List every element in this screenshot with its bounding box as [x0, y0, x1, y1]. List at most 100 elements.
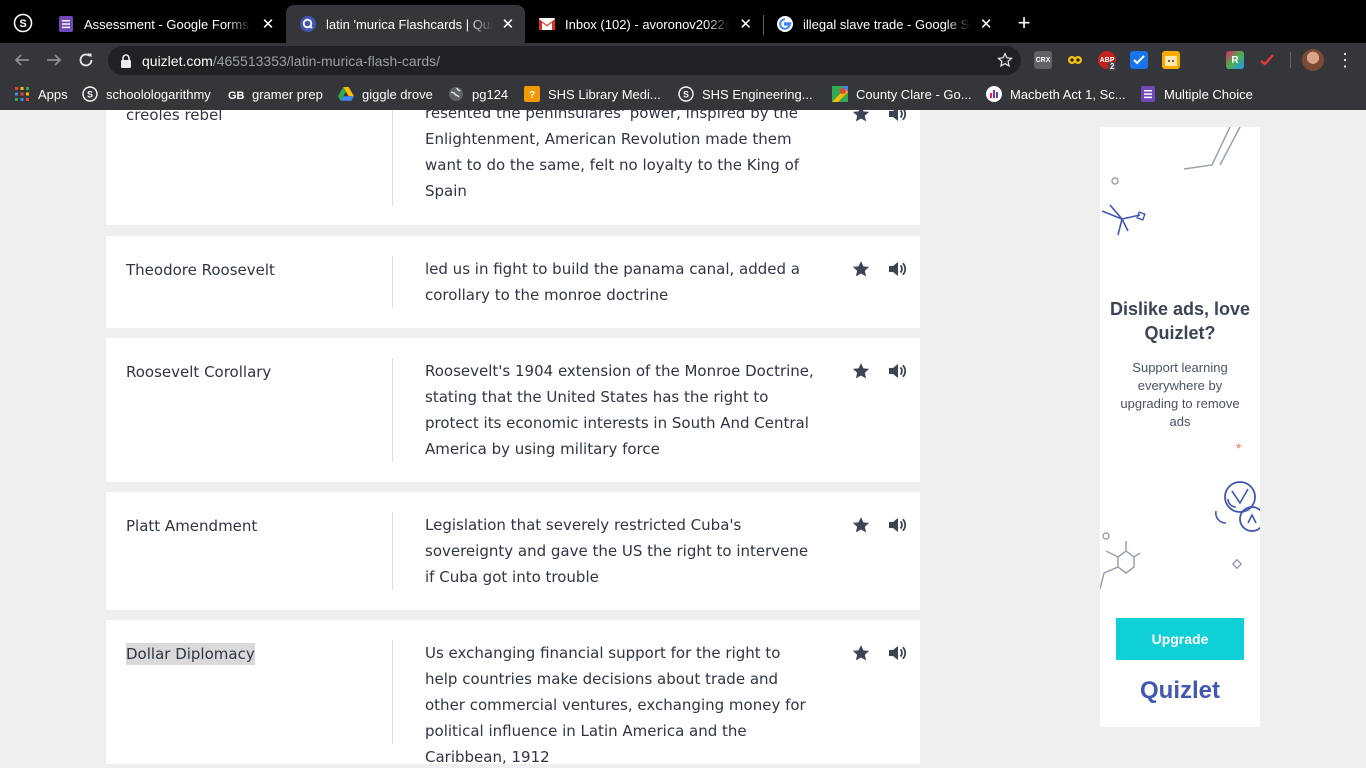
google-forms-icon	[58, 16, 74, 32]
owl-extension-icon[interactable]	[1066, 51, 1084, 69]
card-term: Platt Amendment	[126, 517, 258, 535]
upgrade-button[interactable]: Upgrade	[1116, 618, 1244, 660]
url-text[interactable]: quizlet.com/465513353/latin-murica-flash…	[142, 53, 440, 69]
tab-google-search[interactable]: illegal slave trade - Google Search ✕	[763, 5, 1003, 43]
reload-icon	[79, 53, 93, 67]
tab-title: illegal slave trade - Google Search	[803, 16, 971, 32]
bookmark-county-clare[interactable]: County Clare - Go...	[832, 84, 972, 104]
svg-text:S: S	[87, 90, 93, 100]
bookmark-label: giggle drove	[362, 86, 433, 102]
card-definition: Roosevelt's 1904 extension of the Monroe…	[425, 362, 814, 458]
gmail-icon	[539, 16, 555, 32]
card-divider	[392, 110, 393, 206]
schoology-icon: S	[82, 86, 98, 102]
speaker-audio-icon[interactable]	[887, 110, 907, 124]
user-avatar[interactable]	[1302, 49, 1324, 71]
bookmark-star-icon[interactable]	[997, 52, 1013, 68]
forward-arrow-icon	[47, 54, 62, 66]
bookmark-shs-library[interactable]: ? SHS Library Medi...	[524, 84, 661, 104]
bookmark-label: schoolologarithmy	[106, 86, 211, 102]
bookmark-label: SHS Engineering...	[702, 86, 813, 102]
browser-toolbar: quizlet.com/465513353/latin-murica-flash…	[0, 43, 1366, 77]
google-maps-icon	[832, 86, 848, 102]
bookmark-schoolologarithmy[interactable]: S schoolologarithmy	[82, 84, 211, 104]
reload-button[interactable]	[74, 48, 98, 72]
speaker-audio-icon[interactable]	[887, 515, 907, 535]
bookmark-label: County Clare - Go...	[856, 86, 972, 102]
adblock-extension-icon[interactable]: ABP 2	[1098, 51, 1117, 71]
svg-text:?: ?	[529, 90, 535, 101]
url-host: quizlet.com	[142, 52, 213, 69]
star-term-icon[interactable]	[851, 259, 871, 279]
lock-icon	[120, 53, 134, 69]
tab-title: latin 'murica Flashcards | Quizlet	[326, 16, 493, 32]
url-path: /465513353/latin-murica-flash-cards/	[212, 52, 441, 69]
bookmark-shs-engineering[interactable]: S SHS Engineering...	[678, 84, 813, 104]
back-button[interactable]	[10, 48, 34, 72]
globe-icon	[448, 86, 464, 102]
box-extension-icon[interactable]	[1162, 51, 1180, 69]
schoology-icon: S	[678, 86, 694, 102]
bookmarks-bar: Apps S schoolologarithmy GBI gramer prep…	[0, 77, 1366, 110]
card-definition: Us exchanging financial support for the …	[425, 644, 806, 766]
bookmark-multiple-choice[interactable]: Multiple Choice	[1140, 84, 1253, 104]
bookmark-label: gramer prep	[252, 86, 323, 102]
browser-menu-icon[interactable]: ⋮	[1336, 51, 1354, 69]
card-definition: Legislation that severely restricted Cub…	[425, 516, 809, 586]
star-term-icon[interactable]	[851, 515, 871, 535]
tab-gmail[interactable]: Inbox (102) - avoronov2022@s ✕	[525, 5, 763, 43]
speaker-audio-icon[interactable]	[887, 643, 907, 663]
tab-strip: S Assessment - Google Forms ✕ latin 'mur…	[0, 0, 1366, 43]
library-icon: ?	[524, 86, 540, 102]
card-term: creoles rebel	[126, 110, 223, 124]
crx-label: CRX	[1035, 56, 1051, 64]
crx-extension-icon[interactable]: CRX	[1034, 51, 1052, 69]
speaker-audio-icon[interactable]	[887, 259, 907, 279]
bookmark-pg124[interactable]: pg124	[448, 84, 508, 104]
bookmark-label: SHS Library Medi...	[548, 86, 661, 102]
new-tab-button[interactable]: +	[1012, 11, 1036, 35]
color-extension-icon[interactable]: R	[1226, 51, 1244, 69]
speaker-audio-icon[interactable]	[887, 361, 907, 381]
forward-button[interactable]	[42, 48, 66, 72]
card-divider	[392, 640, 393, 744]
page-content: creoles rebel resented the peninsulares'…	[0, 110, 1366, 768]
card-definition: resented the peninsulares' power, inspir…	[425, 110, 800, 200]
bookmark-macbeth[interactable]: Macbeth Act 1, Sc...	[986, 84, 1126, 104]
star-term-icon[interactable]	[851, 110, 871, 124]
ad-headline: Dislike ads, love Quizlet?	[1109, 299, 1251, 343]
bookmark-label: Apps	[38, 86, 68, 102]
google-icon	[777, 16, 793, 32]
star-term-icon[interactable]	[851, 361, 871, 381]
tab-title: Assessment - Google Forms	[84, 16, 249, 32]
close-tab-icon[interactable]: ✕	[738, 15, 753, 33]
checkmark-red-extension-icon[interactable]	[1258, 51, 1276, 69]
flashcard-row: Roosevelt Corollary Roosevelt's 1904 ext…	[106, 338, 920, 482]
hidden-extension-icon[interactable]	[1194, 51, 1212, 69]
close-tab-icon[interactable]: ✕	[501, 15, 515, 33]
svg-text:S: S	[19, 18, 26, 30]
tab-google-forms[interactable]: Assessment - Google Forms ✕	[44, 5, 286, 43]
close-tab-icon[interactable]: ✕	[979, 15, 993, 33]
adblock-badge: 2	[1108, 62, 1117, 71]
tab-quizlet[interactable]: latin 'murica Flashcards | Quizlet ✕	[286, 5, 525, 43]
svg-text:S: S	[683, 90, 689, 100]
schoology-profile-icon[interactable]: S	[13, 13, 33, 33]
gbi-icon: GBI	[228, 86, 244, 102]
address-bar[interactable]: quizlet.com/465513353/latin-murica-flash…	[108, 46, 1021, 75]
toolbar-separator	[1290, 52, 1291, 68]
card-term: Theodore Roosevelt	[126, 261, 275, 279]
bookmark-gramer-prep[interactable]: GBI gramer prep	[228, 84, 323, 104]
check-extension-icon[interactable]	[1130, 51, 1148, 69]
star-term-icon[interactable]	[851, 643, 871, 663]
svg-text:*: *	[1236, 440, 1242, 456]
bookmark-giggle-drove[interactable]: giggle drove	[338, 84, 433, 104]
tab-title: Inbox (102) - avoronov2022@s	[565, 16, 731, 32]
bookmark-label: pg124	[472, 86, 509, 102]
card-divider	[392, 256, 393, 308]
back-arrow-icon	[14, 54, 29, 66]
google-drive-icon	[338, 86, 354, 102]
close-tab-icon[interactable]: ✕	[260, 15, 276, 33]
card-divider	[392, 512, 393, 590]
bookmark-apps[interactable]: Apps	[14, 84, 68, 104]
